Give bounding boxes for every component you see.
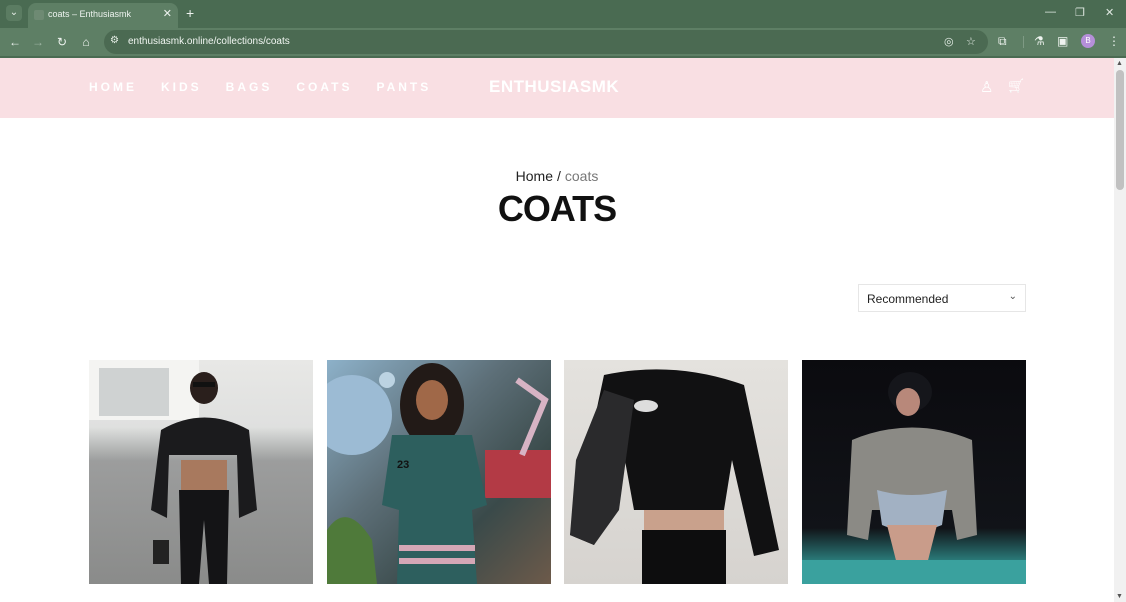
favicon-icon <box>34 10 44 20</box>
nav-link-home[interactable]: HOME <box>89 80 137 94</box>
scroll-thumb[interactable] <box>1116 70 1124 190</box>
bookmark-star-icon[interactable]: ☆ <box>966 35 976 48</box>
sort-dropdown[interactable]: Recommended ⌄ <box>858 284 1026 312</box>
back-button[interactable]: ← <box>7 34 23 50</box>
tab-title: coats – Enthusiasmk <box>48 9 132 19</box>
reload-button[interactable]: ↻ <box>54 34 70 50</box>
product-card[interactable] <box>89 360 313 584</box>
tab-search-button[interactable]: ⌄ <box>6 5 22 21</box>
product-image <box>89 360 257 584</box>
forward-button[interactable]: → <box>30 34 46 50</box>
product-image <box>570 369 779 584</box>
sort-selected-value: Recommended <box>867 292 949 306</box>
breadcrumb-current: coats <box>564 168 599 184</box>
breadcrumb-separator: / <box>557 168 561 184</box>
address-bar[interactable]: ⚙ enthusiasmk.online/collections/coats ◎… <box>104 30 988 54</box>
restore-button[interactable]: ❐ <box>1075 6 1085 19</box>
browser-chrome: ⌄ coats – Enthusiasmk ✕ + — ❐ ✕ ← → ↻ ⌂ … <box>0 0 1126 58</box>
nav-link-pants[interactable]: PANTS <box>376 80 431 94</box>
url-text[interactable]: enthusiasmk.online/collections/coats <box>128 36 290 47</box>
home-button[interactable]: ⌂ <box>78 34 94 50</box>
extensions-icon[interactable]: ⧉ <box>998 34 1007 49</box>
product-card[interactable] <box>802 360 1026 584</box>
main-nav: HOME KIDS BAGS COATS PANTS <box>89 80 455 94</box>
product-image: 23 <box>327 363 551 584</box>
page-viewport: HOME KIDS BAGS COATS PANTS ENTHUSIASMK ♙… <box>0 58 1114 602</box>
breadcrumb: Home / coats <box>0 168 1114 184</box>
tab-close-button[interactable]: ✕ <box>163 7 172 21</box>
nav-link-bags[interactable]: BAGS <box>226 80 273 94</box>
minimize-button[interactable]: — <box>1045 6 1056 18</box>
site-header: HOME KIDS BAGS COATS PANTS ENTHUSIASMK ♙… <box>0 58 1114 118</box>
product-image <box>802 372 1026 584</box>
tab-strip: ⌄ coats – Enthusiasmk ✕ + — ❐ ✕ <box>0 0 1126 28</box>
labs-icon[interactable]: ⚗ <box>1034 34 1045 48</box>
svg-text:23: 23 <box>397 459 409 471</box>
browser-toolbar: ← → ↻ ⌂ ⚙ enthusiasmk.online/collections… <box>0 28 1126 56</box>
scroll-up-arrow-icon[interactable]: ▲ <box>1116 60 1123 67</box>
product-card[interactable] <box>564 360 788 584</box>
breadcrumb-home[interactable]: Home <box>516 168 553 184</box>
product-card[interactable]: 23 <box>327 360 551 584</box>
new-tab-button[interactable]: + <box>186 5 194 21</box>
nav-link-coats[interactable]: COATS <box>296 80 352 94</box>
profile-avatar[interactable]: B <box>1081 34 1095 48</box>
close-window-button[interactable]: ✕ <box>1105 6 1114 19</box>
chevron-down-icon: ⌄ <box>1008 291 1017 302</box>
toolbar-divider <box>1023 36 1024 48</box>
account-icon[interactable]: ♙ <box>980 78 993 96</box>
nav-link-kids[interactable]: KIDS <box>161 80 202 94</box>
page-title: COATS <box>497 188 617 229</box>
browser-menu-icon[interactable]: ⋮ <box>1108 34 1120 48</box>
page-scrollbar[interactable]: ▲ ▼ <box>1114 58 1126 602</box>
scroll-down-arrow-icon[interactable]: ▼ <box>1116 593 1123 600</box>
eye-off-icon[interactable]: ◎ <box>944 35 954 48</box>
active-tab[interactable]: coats – Enthusiasmk ✕ <box>28 3 178 28</box>
cart-icon[interactable]: 🛒 <box>1008 78 1024 94</box>
site-logo[interactable]: ENTHUSIASMK <box>489 77 619 97</box>
side-panel-icon[interactable]: ▣ <box>1057 34 1068 48</box>
site-info-icon[interactable]: ⚙ <box>110 35 119 46</box>
